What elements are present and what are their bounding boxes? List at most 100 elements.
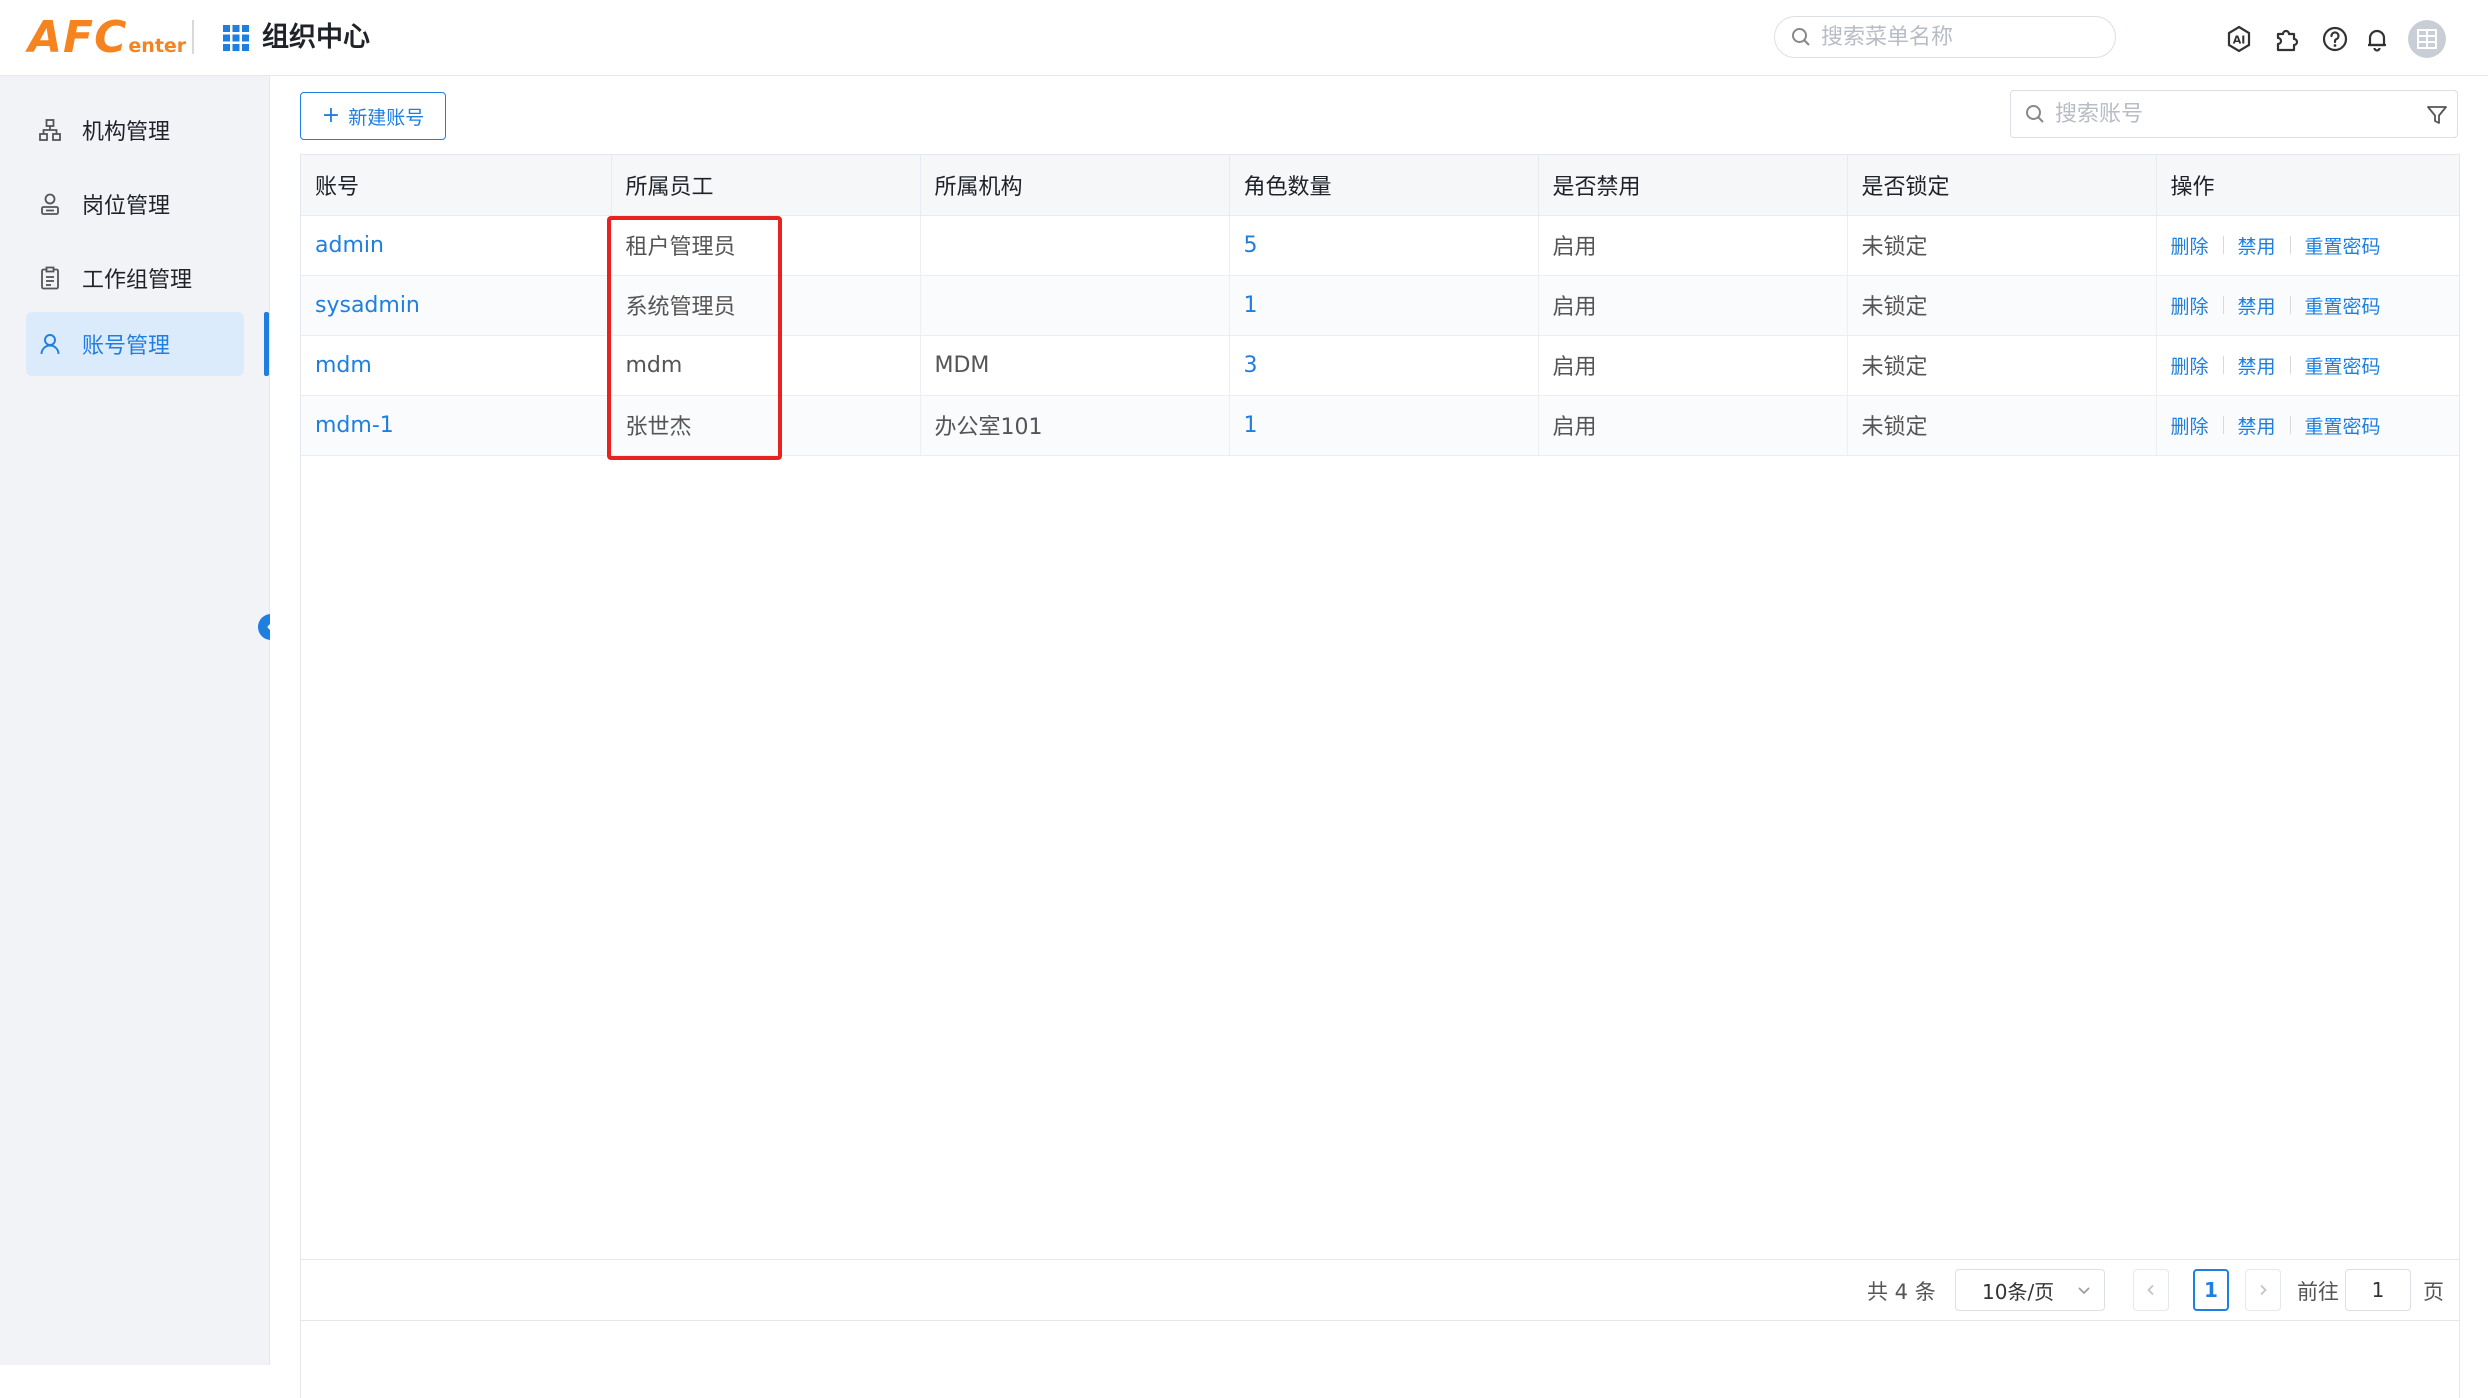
- goto-label: 前往: [2297, 1280, 2339, 1304]
- reset-password-action[interactable]: 重置密码: [2305, 412, 2381, 439]
- column-header-role-count[interactable]: 角色数量: [1229, 155, 1539, 216]
- employee-cell: mdm: [611, 335, 921, 396]
- employee-cell: 张世杰: [611, 395, 921, 456]
- next-page-button[interactable]: [2245, 1269, 2281, 1311]
- sidebar-item-accounts[interactable]: 账号管理: [26, 312, 244, 376]
- column-header-org[interactable]: 所属机构: [920, 155, 1230, 216]
- row-actions: 删除 禁用 重置密码: [2171, 232, 2460, 259]
- accounts-table: 账号 所属员工 所属机构 角色数量 是否禁用 是否锁定 操作 admin 租户管…: [300, 154, 2460, 1398]
- sidebar-item-label: 工作组管理: [82, 268, 193, 293]
- position-icon: [36, 190, 64, 218]
- column-header-account[interactable]: 账号: [301, 155, 612, 216]
- ai-assistant-icon[interactable]: AI: [2224, 24, 2254, 54]
- account-link[interactable]: mdm: [315, 353, 372, 378]
- column-header-actions: 操作: [2156, 155, 2459, 216]
- delete-action[interactable]: 删除: [2171, 352, 2209, 379]
- sidebar-item-org[interactable]: 机构管理: [26, 98, 244, 162]
- employee-cell: 系统管理员: [611, 275, 921, 336]
- chevron-right-icon: [2260, 1284, 2267, 1296]
- reset-password-action[interactable]: 重置密码: [2305, 232, 2381, 259]
- new-account-button[interactable]: + 新建账号: [300, 92, 446, 140]
- delete-action[interactable]: 删除: [2171, 232, 2209, 259]
- locked-cell: 未锁定: [1847, 215, 2157, 276]
- disabled-cell: 启用: [1538, 275, 1848, 336]
- account-link[interactable]: sysadmin: [315, 293, 420, 318]
- new-account-label: 新建账号: [348, 106, 425, 129]
- org-cell: [920, 215, 1230, 276]
- row-actions: 删除 禁用 重置密码: [2171, 412, 2460, 439]
- afcenter-logo[interactable]: AFC enter: [28, 10, 186, 66]
- main-content: + 新建账号 账号 所属员工 所属机构 角色数量 是否禁用: [270, 76, 2488, 1398]
- column-header-locked[interactable]: 是否锁定: [1847, 155, 2157, 216]
- delete-action[interactable]: 删除: [2171, 292, 2209, 319]
- clipboard-icon: [36, 264, 64, 292]
- disable-action[interactable]: 禁用: [2238, 412, 2276, 439]
- table-header-row: 账号 所属员工 所属机构 角色数量 是否禁用 是否锁定 操作: [301, 155, 2459, 216]
- disable-action[interactable]: 禁用: [2238, 232, 2276, 259]
- page-number-current[interactable]: 1: [2193, 1269, 2229, 1311]
- role-count-link[interactable]: 1: [1244, 293, 1258, 318]
- puzzle-icon[interactable]: [2272, 24, 2302, 54]
- app-title: 组织中心: [262, 22, 370, 53]
- column-header-disabled[interactable]: 是否禁用: [1538, 155, 1848, 216]
- disable-action[interactable]: 禁用: [2238, 292, 2276, 319]
- disabled-cell: 启用: [1538, 395, 1848, 456]
- locked-cell: 未锁定: [1847, 275, 2157, 336]
- table-row: mdm-1 张世杰 办公室101 1 启用 未锁定 删除 禁用 重置密码: [301, 395, 2460, 456]
- top-header: AFC enter 组织中心 AI: [0, 0, 2488, 76]
- account-search-input[interactable]: [2055, 101, 2415, 127]
- user-avatar[interactable]: [2408, 20, 2446, 58]
- account-search-box[interactable]: [2010, 90, 2458, 138]
- menu-search-input[interactable]: [1821, 24, 2101, 50]
- locked-cell: 未锁定: [1847, 335, 2157, 396]
- locked-cell: 未锁定: [1847, 395, 2157, 456]
- role-count-link[interactable]: 3: [1244, 353, 1258, 378]
- filter-icon[interactable]: [2425, 103, 2449, 127]
- sidebar-item-position[interactable]: 岗位管理: [26, 172, 244, 236]
- svg-text:AI: AI: [2233, 34, 2246, 47]
- column-header-employee[interactable]: 所属员工: [611, 155, 921, 216]
- table-row: sysadmin 系统管理员 1 启用 未锁定 删除 禁用 重置密码: [301, 275, 2460, 336]
- page-size-value: 10条/页: [1982, 1279, 2055, 1304]
- delete-action[interactable]: 删除: [2171, 412, 2209, 439]
- table-row: admin 租户管理员 5 启用 未锁定 删除 禁用 重置密码: [301, 215, 2460, 276]
- sidebar: 机构管理 岗位管理 工作组管理 账号管理: [0, 76, 270, 1365]
- page-suffix-label: 页: [2423, 1280, 2444, 1304]
- account-link[interactable]: mdm-1: [315, 413, 394, 438]
- help-icon[interactable]: [2320, 24, 2350, 54]
- chevron-left-icon: [2147, 1284, 2154, 1296]
- disable-action[interactable]: 禁用: [2238, 352, 2276, 379]
- plus-icon: +: [321, 103, 341, 128]
- role-count-link[interactable]: 1: [1244, 413, 1258, 438]
- search-icon: [1792, 28, 1810, 46]
- row-actions: 删除 禁用 重置密码: [2171, 352, 2460, 379]
- org-cell: MDM: [920, 335, 1230, 396]
- header-divider: [192, 20, 194, 54]
- sidebar-item-label: 岗位管理: [82, 194, 171, 219]
- sidebar-item-workgroup[interactable]: 工作组管理: [26, 246, 244, 310]
- sidebar-item-label: 机构管理: [82, 120, 171, 145]
- account-link[interactable]: admin: [315, 233, 384, 258]
- page-size-select[interactable]: 10条/页: [1955, 1269, 2105, 1311]
- logo-main-text: AFC: [28, 12, 128, 63]
- prev-page-button[interactable]: [2133, 1269, 2169, 1311]
- active-indicator: [264, 312, 269, 376]
- disabled-cell: 启用: [1538, 215, 1848, 276]
- search-icon: [2026, 105, 2044, 123]
- menu-search-box[interactable]: [1774, 16, 2116, 58]
- chevron-down-icon: [2078, 1287, 2090, 1295]
- role-count-link[interactable]: 5: [1244, 233, 1258, 258]
- employee-cell: 租户管理员: [611, 215, 921, 276]
- org-cell: [920, 275, 1230, 336]
- app-grid-icon[interactable]: [222, 24, 250, 52]
- row-actions: 删除 禁用 重置密码: [2171, 292, 2460, 319]
- reset-password-action[interactable]: 重置密码: [2305, 352, 2381, 379]
- total-count: 共 4 条: [1867, 1280, 1936, 1304]
- reset-password-action[interactable]: 重置密码: [2305, 292, 2381, 319]
- user-icon: [36, 330, 64, 358]
- org-cell: 办公室101: [920, 395, 1230, 456]
- bell-icon[interactable]: [2362, 24, 2392, 54]
- goto-page-input[interactable]: [2345, 1269, 2411, 1311]
- sidebar-item-label: 账号管理: [82, 334, 171, 359]
- pagination-bar: 共 4 条 10条/页 1 前往 页: [300, 1259, 2460, 1321]
